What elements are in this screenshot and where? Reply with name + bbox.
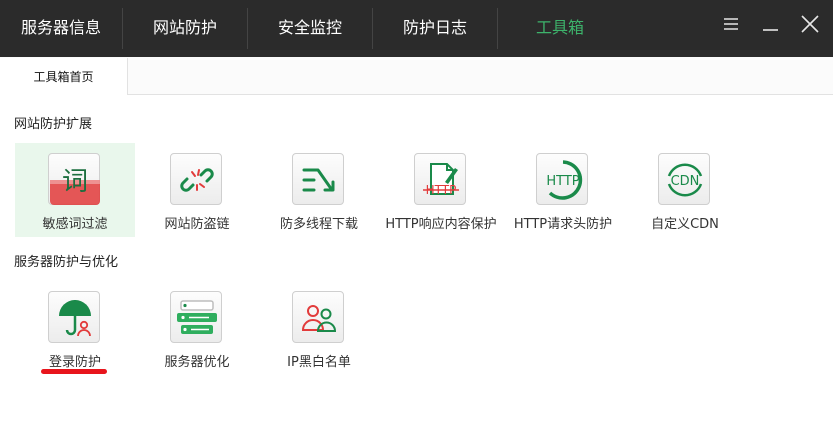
http-response-icon: HTTP xyxy=(414,153,466,205)
word-glyph: 词 xyxy=(62,167,88,197)
ip-list-icon xyxy=(292,291,344,343)
nav-toolbox[interactable]: 工具箱 xyxy=(498,0,622,57)
tab-toolbox-home[interactable]: 工具箱首页 xyxy=(0,58,128,95)
close-icon[interactable] xyxy=(796,10,824,38)
multithread-download-icon xyxy=(292,153,344,205)
cdn-icon: CDN xyxy=(658,153,710,205)
nav-security-monitor[interactable]: 安全监控 xyxy=(248,0,372,57)
section-title-server-optimize: 服务器防护与优化 xyxy=(14,255,119,270)
http-header-icon: HTTP xyxy=(536,153,588,205)
menu-icon[interactable] xyxy=(717,10,745,38)
tool-label: IP黑白名单 xyxy=(287,355,351,370)
nav-site-protection[interactable]: 网站防护 xyxy=(123,0,247,57)
minimize-icon[interactable] xyxy=(756,10,784,38)
cdn-glyph: CDN xyxy=(671,174,700,189)
word-filter-icon: 词 xyxy=(48,153,100,205)
login-protect-icon xyxy=(48,291,100,343)
nav-server-info[interactable]: 服务器信息 xyxy=(0,0,122,57)
nav-protection-log[interactable]: 防护日志 xyxy=(373,0,497,57)
http-glyph: HTTP xyxy=(546,174,579,189)
tool-ip-blackwhite-list[interactable]: IP黑白名单 xyxy=(259,281,379,375)
server-optimize-icon xyxy=(170,291,222,343)
section-title-site-extension: 网站防护扩展 xyxy=(14,117,93,132)
highlight-underline xyxy=(41,369,107,374)
tool-label: 自定义CDN xyxy=(651,217,719,232)
broken-link-icon xyxy=(170,153,222,205)
tool-custom-cdn[interactable]: CDN 自定义CDN xyxy=(625,143,745,237)
